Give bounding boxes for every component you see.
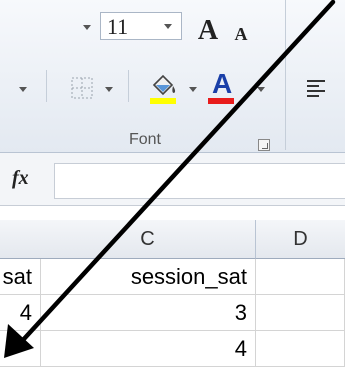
annotation-arrow (4, 0, 336, 358)
